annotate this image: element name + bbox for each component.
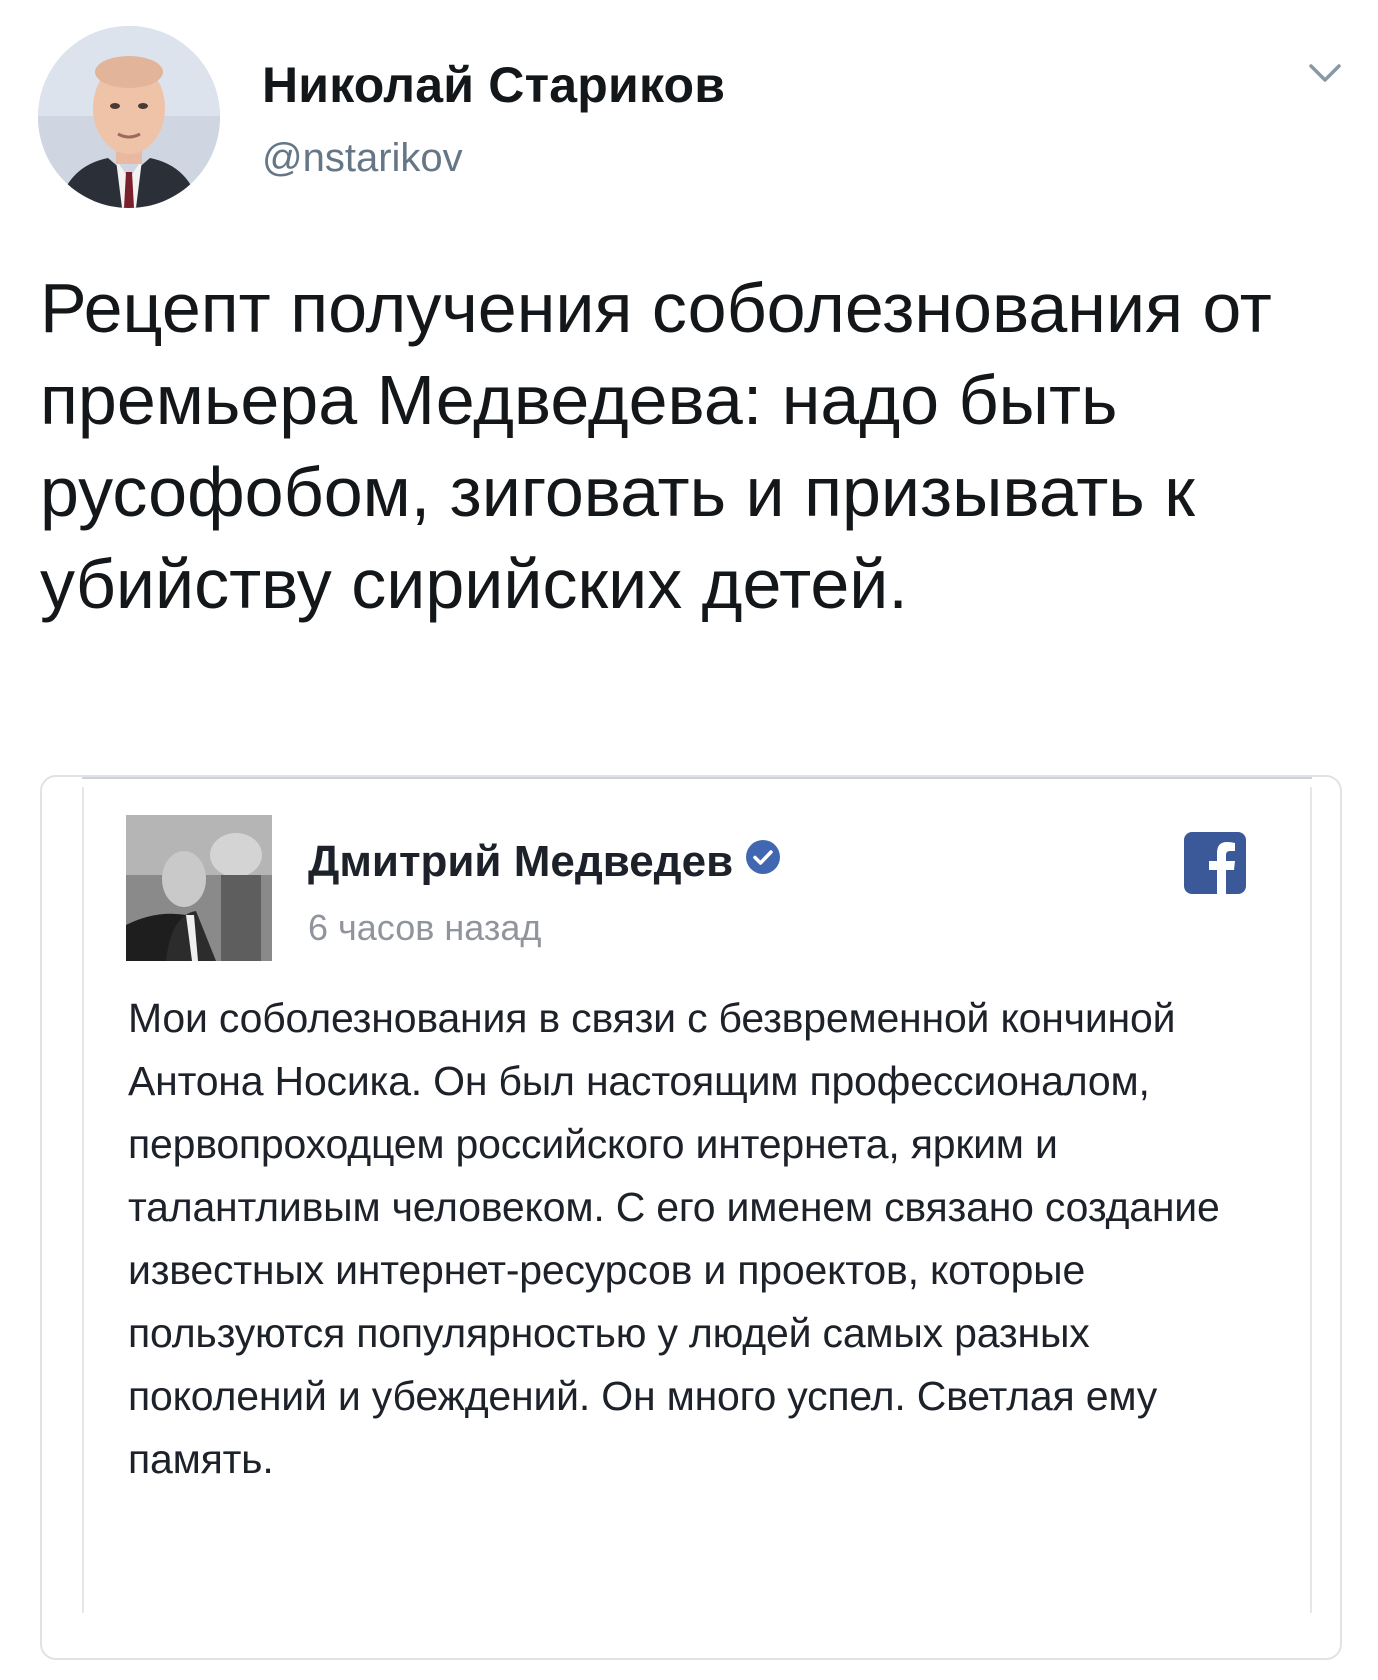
tweet: Николай Стариков @nstarikov Рецепт получ… — [0, 0, 1378, 1680]
author-avatar-image — [38, 26, 220, 208]
author-avatar[interactable] — [38, 26, 220, 208]
author-handle[interactable]: @nstarikov — [262, 136, 463, 181]
quoted-post-text: Мои соболезнования в связи с безвременно… — [128, 995, 1220, 1482]
quoted-author-name-text: Дмитрий Медведев — [308, 837, 734, 886]
author-name[interactable]: Николай Стариков — [262, 56, 725, 114]
card-divider — [82, 777, 1312, 779]
quoted-author-name[interactable]: Дмитрий Медведев — [308, 837, 781, 887]
quoted-post-time: 6 часов назад — [308, 907, 542, 948]
quoted-post-card[interactable]: Дмитрий Медведев 6 часов назад Мои собол… — [40, 775, 1342, 1660]
facebook-icon — [1184, 832, 1246, 894]
verified-badge-icon — [745, 836, 781, 886]
chevron-down-icon[interactable] — [1305, 58, 1345, 88]
quoted-author-avatar[interactable] — [126, 815, 272, 961]
tweet-text: Рецепт получения соболезнования от премь… — [40, 269, 1272, 623]
card-divider — [82, 787, 84, 1613]
card-divider — [1310, 787, 1312, 1613]
quoted-author-avatar-image — [126, 815, 272, 961]
